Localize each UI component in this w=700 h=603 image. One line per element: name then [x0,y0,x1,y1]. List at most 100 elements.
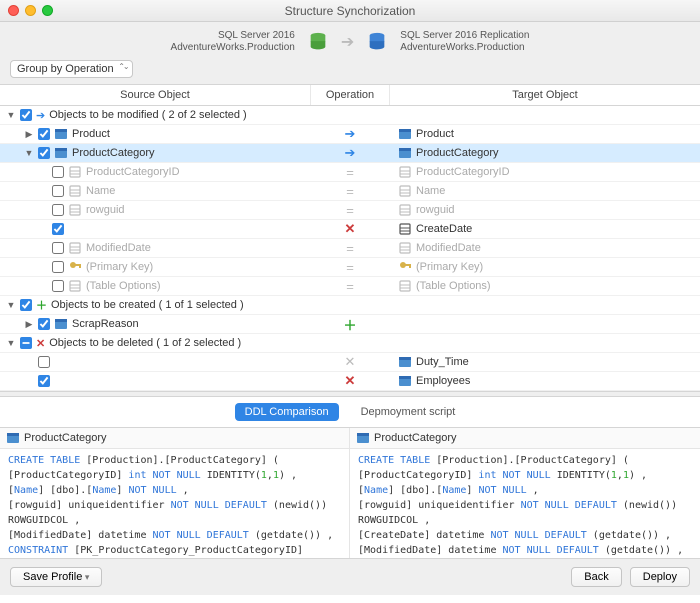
target-object-name: ProductCategory [416,147,499,159]
disclosure-icon[interactable]: ▼ [6,300,16,310]
header-operation: Operation [310,85,390,105]
table-row[interactable]: ✕ Duty_Time [0,353,700,372]
table-row[interactable]: ▼ ProductCategory ➔ ProductCategory [0,144,700,163]
titlebar: Structure Synchorization [0,0,700,22]
row-checkbox[interactable] [38,318,50,330]
row-checkbox[interactable] [38,147,50,159]
table-row[interactable]: ✕ Employees [0,372,700,391]
column-row[interactable]: ✕ CreateDate [0,220,700,239]
column-icon [398,241,412,255]
op-modify-icon: ➔ [310,145,390,161]
source-col-name: rowguid [86,204,125,216]
column-icon [398,279,412,293]
disclosure-icon[interactable]: ▶ [24,129,34,140]
source-col-name: ProductCategoryID [86,166,180,178]
column-icon [398,222,412,236]
key-icon [68,260,82,274]
column-icon [68,184,82,198]
target-db-label: AdventureWorks.Production [400,42,529,54]
column-row[interactable]: ModifiedDate = ModifiedDate [0,239,700,258]
op-icon: = [310,165,390,180]
op-icon: = [310,184,390,199]
ddl-left-pane: ProductCategory CREATE TABLE [Production… [0,428,350,558]
column-row[interactable]: Name = Name [0,182,700,201]
target-col-name: ModifiedDate [416,242,481,254]
op-delete-icon: ✕ [310,354,390,370]
group-created-label: Objects to be created ( 1 of 1 selected … [51,299,244,311]
source-object-name: Product [72,128,110,140]
table-icon [398,146,412,160]
group-by-select[interactable]: Group by Operation [10,60,133,78]
group-deleted-label: Objects to be deleted ( 1 of 2 selected … [49,337,241,349]
ddl-right-title: ProductCategory [374,432,457,444]
target-col-name: CreateDate [416,223,472,235]
target-col-name: Name [416,185,445,197]
group-deleted-header[interactable]: ▼ ✕ Objects to be deleted ( 1 of 2 selec… [0,334,700,353]
target-col-name: ProductCategoryID [416,166,510,178]
column-row[interactable]: (Table Options) = (Table Options) [0,277,700,296]
table-icon [398,127,412,141]
key-icon [398,260,412,274]
disclosure-icon[interactable]: ▶ [24,319,34,330]
group-by-label: Group by Operation [17,63,114,75]
group-created-header[interactable]: ▼ ＋ Objects to be created ( 1 of 1 selec… [0,296,700,315]
source-db-label: AdventureWorks.Production [171,42,295,54]
row-checkbox[interactable] [52,280,64,292]
target-db-info: SQL Server 2016 Replication AdventureWor… [400,30,529,54]
ddl-comparison-panel: ProductCategory CREATE TABLE [Production… [0,428,700,558]
tab-deployment-script[interactable]: Depmoyment script [351,403,466,421]
tab-ddl-comparison[interactable]: DDL Comparison [235,403,339,421]
ddl-right-body[interactable]: CREATE TABLE [Production].[ProductCatego… [350,449,700,558]
row-checkbox[interactable] [52,242,64,254]
row-checkbox[interactable] [38,375,50,387]
row-checkbox[interactable] [52,261,64,273]
op-icon: = [310,203,390,218]
op-modify-icon: ➔ [310,126,390,142]
arrow-right-icon: ➔ [341,32,354,52]
target-object-name: Product [416,128,454,140]
group-checkbox[interactable] [20,299,32,311]
column-icon [68,203,82,217]
column-icon [398,184,412,198]
table-icon [398,374,412,388]
group-checkbox[interactable] [20,337,32,349]
group-modified-header[interactable]: ▼ ➔ Objects to be modified ( 2 of 2 sele… [0,106,700,125]
deploy-button[interactable]: Deploy [630,567,690,587]
target-col-name: (Table Options) [416,280,491,292]
row-checkbox[interactable] [38,128,50,140]
back-button[interactable]: Back [571,567,621,587]
target-object-name: Employees [416,375,470,387]
row-checkbox[interactable] [52,204,64,216]
column-row[interactable]: rowguid = rowguid [0,201,700,220]
toolbar: SQL Server 2016 AdventureWorks.Productio… [0,22,700,85]
source-server-label: SQL Server 2016 [171,30,295,42]
source-db-info: SQL Server 2016 AdventureWorks.Productio… [171,30,295,54]
row-checkbox[interactable] [38,356,50,368]
group-modified-label: Objects to be modified ( 2 of 2 selected… [49,109,247,121]
add-icon: ＋ [36,297,47,313]
footer: Save Profile Back Deploy [0,558,700,595]
group-checkbox[interactable] [20,109,32,121]
row-checkbox[interactable] [52,166,64,178]
disclosure-icon[interactable]: ▼ [6,338,16,348]
bottom-tabs: DDL Comparison Depmoyment script [0,397,700,428]
op-icon: ✕ [310,221,390,237]
ddl-left-body[interactable]: CREATE TABLE [Production].[ProductCatego… [0,449,349,558]
table-icon [54,317,68,331]
op-add-icon: ＋ [310,315,390,334]
row-checkbox[interactable] [52,185,64,197]
disclosure-icon[interactable]: ▼ [24,148,34,158]
column-row[interactable]: (Primary Key) = (Primary Key) [0,258,700,277]
save-profile-button[interactable]: Save Profile [10,567,102,587]
target-object-name: Duty_Time [416,356,469,368]
source-object-name: ProductCategory [72,147,155,159]
row-checkbox[interactable] [52,223,64,235]
op-delete-icon: ✕ [310,373,390,389]
column-row[interactable]: ProductCategoryID = ProductCategoryID [0,163,700,182]
source-col-name: ModifiedDate [86,242,151,254]
disclosure-icon[interactable]: ▼ [6,110,16,120]
table-row[interactable]: ▶ ScrapReason ＋ [0,315,700,334]
table-row[interactable]: ▶ Product ➔ Product [0,125,700,144]
column-icon [68,241,82,255]
target-col-name: rowguid [416,204,455,216]
